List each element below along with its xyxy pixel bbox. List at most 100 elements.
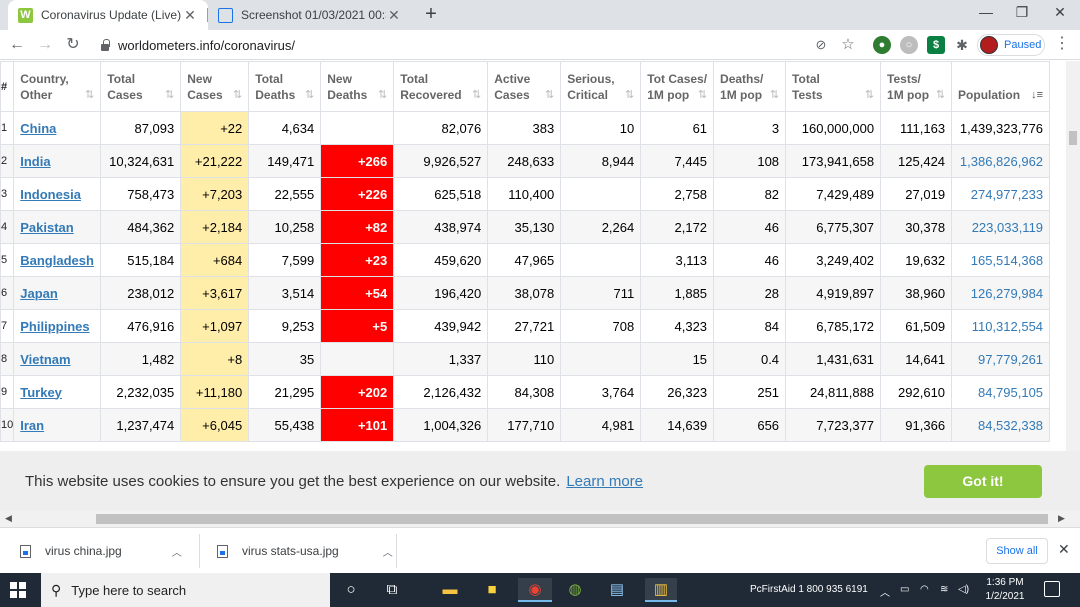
header-population[interactable]: Population ↓≡ xyxy=(951,61,1051,112)
chevron-up-icon[interactable]: ︿ xyxy=(383,544,393,559)
tray-battery-icon[interactable]: ▭ xyxy=(900,584,909,595)
scroll-right-arrow-icon[interactable]: ▶ xyxy=(1058,513,1065,524)
header-new-deaths[interactable]: New Deaths ⇅ xyxy=(320,61,395,112)
tab-close-icon[interactable]: ✕ xyxy=(182,7,198,24)
header-active-cases[interactable]: Active Cases ⇅ xyxy=(487,61,562,112)
search-icon: ⚲ xyxy=(51,581,62,598)
tab-close-icon[interactable]: ✕ xyxy=(386,7,402,24)
horizontal-scrollbar[interactable]: ◀ ▶ xyxy=(0,511,1080,527)
header-country[interactable]: Country, Other ⇅ xyxy=(13,61,102,112)
tray-chevron-up-icon[interactable]: ︿ xyxy=(880,584,890,599)
chevron-up-icon[interactable]: ︿ xyxy=(172,544,182,559)
population-link[interactable]: 223,033,119 xyxy=(972,220,1043,235)
country-link[interactable]: Turkey xyxy=(20,385,62,400)
extensions-puzzle-icon[interactable]: ✱ xyxy=(951,34,973,56)
tray-wifi-icon[interactable]: ≋ xyxy=(940,584,948,595)
scrollbar-thumb[interactable] xyxy=(96,514,1048,524)
extension-circle-icon[interactable]: ○ xyxy=(900,36,918,54)
population-link[interactable]: 84,532,338 xyxy=(978,418,1043,433)
header-tests-per-million[interactable]: Tests/1M pop ⇅ xyxy=(880,61,953,112)
reload-icon[interactable]: ↻ xyxy=(62,34,84,56)
download-item[interactable]: virus stats-usa.jpg ︿ xyxy=(217,535,393,567)
country-link[interactable]: Indonesia xyxy=(20,187,81,202)
taskbar-search[interactable]: ⚲ Type here to search xyxy=(41,573,330,607)
new-cases-cell: +22 xyxy=(180,111,250,145)
search-placeholder: Type here to search xyxy=(71,582,187,598)
learn-more-link[interactable]: Learn more xyxy=(566,473,643,490)
profile-status: Paused xyxy=(1004,39,1042,51)
country-link[interactable]: Bangladesh xyxy=(20,253,94,268)
taskbar-clock[interactable]: 1:36 PM 1/2/2021 xyxy=(968,576,1042,604)
population-link[interactable]: 165,514,368 xyxy=(971,253,1043,268)
browser-toolbar: ← → ↻ worldometers.info/coronavirus/ ⊘ ☆… xyxy=(0,30,1080,60)
got-it-button[interactable]: Got it! xyxy=(924,465,1042,498)
app-globe-icon[interactable]: ◍ xyxy=(563,578,587,602)
tab-worldometers[interactable]: W Coronavirus Update (Live): 84,83 ✕ xyxy=(8,0,208,30)
tab-title: Coronavirus Update (Live): 84,83 xyxy=(41,8,182,22)
header-total-deaths[interactable]: Total Deaths ⇅ xyxy=(248,61,322,112)
scrollbar-thumb[interactable] xyxy=(1069,131,1077,145)
forward-arrow-icon[interactable]: → xyxy=(34,34,56,56)
file-explorer-icon[interactable]: ▬ xyxy=(438,578,462,602)
vertical-scrollbar[interactable] xyxy=(1066,61,1080,451)
profile-button[interactable]: Paused xyxy=(977,34,1045,56)
download-item[interactable]: virus china.jpg ︿ xyxy=(20,535,182,567)
header-total-tests[interactable]: Total Tests ⇅ xyxy=(785,61,882,112)
population-link[interactable]: 126,279,984 xyxy=(971,286,1043,301)
population-link[interactable]: 84,795,105 xyxy=(978,385,1043,400)
new-tab-plus-icon[interactable]: + xyxy=(420,4,442,26)
active-cases-cell: 177,710 xyxy=(487,408,562,442)
header-new-cases[interactable]: New Cases ⇅ xyxy=(180,61,250,112)
header-deaths-per-million[interactable]: Deaths/1M pop ⇅ xyxy=(713,61,787,112)
tab-screenshot[interactable]: Screenshot 01/03/2021 00:31:40 ✕ xyxy=(208,0,412,30)
bookmark-star-icon[interactable]: ☆ xyxy=(837,34,859,56)
population-link[interactable]: 274,977,233 xyxy=(971,187,1043,202)
tab-title: Screenshot 01/03/2021 00:31:40 xyxy=(241,8,386,22)
cortana-circle-icon[interactable]: ○ xyxy=(339,578,363,602)
window-close-icon[interactable]: ✕ xyxy=(1042,4,1078,24)
cookie-banner: This website uses cookies to ensure you … xyxy=(0,451,1080,511)
notification-center-icon[interactable] xyxy=(1044,581,1060,597)
download-bar: virus china.jpg ︿ virus stats-usa.jpg ︿ … xyxy=(0,527,1080,573)
country-link[interactable]: China xyxy=(20,121,56,136)
country-link[interactable]: Philippines xyxy=(20,319,89,334)
population-link[interactable]: 97,779,261 xyxy=(978,352,1043,367)
app-chart-icon[interactable]: ▥ xyxy=(645,578,677,602)
app-document-icon[interactable]: ▤ xyxy=(605,578,629,602)
header-total-cases[interactable]: Total Cases ⇅ xyxy=(100,61,182,112)
address-bar[interactable]: worldometers.info/coronavirus/ xyxy=(92,33,862,57)
country-link[interactable]: India xyxy=(20,154,50,169)
population-link[interactable]: 1,439,323,776 xyxy=(960,121,1043,136)
cases-per-million-cell: 3,113 xyxy=(640,243,715,277)
total-recovered-cell: 82,076 xyxy=(393,111,489,145)
minimize-icon[interactable]: — xyxy=(968,4,1004,24)
header-total-recovered[interactable]: Total Recovered ⇅ xyxy=(393,61,489,112)
chrome-taskbar-icon[interactable]: ◉ xyxy=(518,578,552,602)
serious-critical-cell xyxy=(560,342,642,376)
extension-globe-icon[interactable]: ● xyxy=(873,36,891,54)
chrome-menu-icon[interactable]: ⋮ xyxy=(1054,36,1070,54)
country-link[interactable]: Iran xyxy=(20,418,44,433)
country-link[interactable]: Vietnam xyxy=(20,352,70,367)
back-arrow-icon[interactable]: ← xyxy=(6,34,28,56)
extension-dollar-icon[interactable]: $ xyxy=(927,36,945,54)
population-link[interactable]: 1,386,826,962 xyxy=(960,154,1043,169)
show-all-button[interactable]: Show all xyxy=(986,538,1048,564)
header-cases-per-million[interactable]: Tot Cases/1M pop ⇅ xyxy=(640,61,715,112)
windows-start-icon[interactable] xyxy=(10,582,26,598)
restore-icon[interactable]: ❐ xyxy=(1004,4,1040,24)
country-link[interactable]: Japan xyxy=(20,286,58,301)
tracking-eye-slash-icon[interactable]: ⊘ xyxy=(810,34,832,56)
country-link[interactable]: Pakistan xyxy=(20,220,73,235)
sticky-notes-icon[interactable]: ■ xyxy=(480,578,504,602)
tray-network-icon[interactable]: ◠ xyxy=(920,584,929,595)
table-row: 9 Turkey 2,232,035 +11,180 21,295 +202 2,126,4… xyxy=(0,375,1051,409)
sort-icon: ⇅ xyxy=(233,89,243,101)
header-serious-critical[interactable]: Serious, Critical ⇅ xyxy=(560,61,642,112)
new-deaths-cell: +101 xyxy=(320,408,395,442)
scroll-left-arrow-icon[interactable]: ◀ xyxy=(5,513,12,524)
new-deaths-cell: +266 xyxy=(320,144,395,178)
task-view-icon[interactable]: ⧉ xyxy=(380,578,404,602)
download-bar-close-icon[interactable]: ✕ xyxy=(1058,541,1070,558)
population-link[interactable]: 110,312,554 xyxy=(972,319,1043,334)
